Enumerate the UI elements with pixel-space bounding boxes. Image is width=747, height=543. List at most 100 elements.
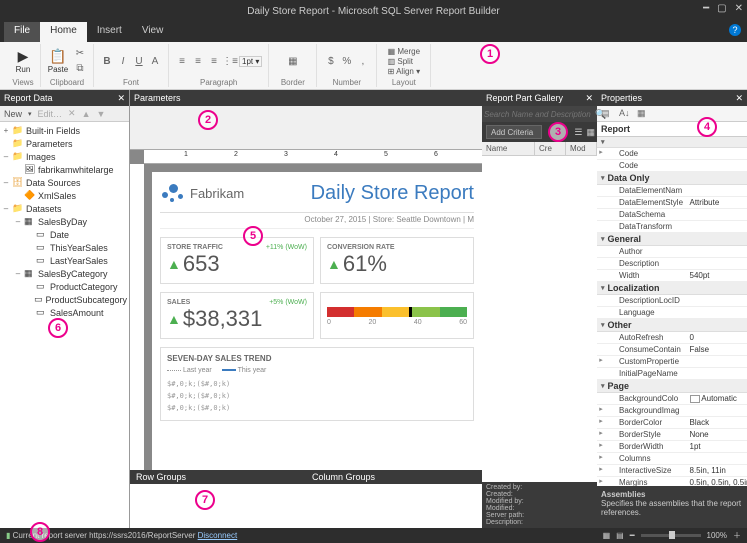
tree-node[interactable]: +📁Built-in Fields	[2, 124, 127, 137]
font-size-select[interactable]: 1pt ▾	[239, 56, 262, 67]
split-button[interactable]: ▥ Split	[388, 57, 413, 66]
card-traffic[interactable]: STORE TRAFFIC+11% (WoW) ▲653	[160, 237, 314, 284]
tree-node[interactable]: 🔶XmlSales	[2, 189, 127, 202]
delete-icon[interactable]: ✕	[68, 108, 76, 119]
zoom-out-icon[interactable]: ━	[630, 531, 635, 540]
property-row[interactable]: Language	[597, 307, 747, 319]
property-row[interactable]: AutoRefresh0	[597, 332, 747, 344]
report-body[interactable]: Fabrikam Daily Store Report October 27, …	[152, 172, 482, 470]
property-row[interactable]: ConsumeContainFalse	[597, 344, 747, 356]
tree-node[interactable]: ▭ProductSubcategory	[2, 293, 127, 306]
zoom-slider[interactable]	[641, 534, 701, 537]
minimize-icon[interactable]: ━	[703, 3, 709, 14]
property-row[interactable]: Width540pt	[597, 270, 747, 282]
property-row[interactable]: Author	[597, 246, 747, 258]
property-row[interactable]: BackgroundColo Automatic	[597, 393, 747, 405]
canvas[interactable]: Fabrikam Daily Store Report October 27, …	[144, 164, 482, 470]
property-row[interactable]: ▸BackgroundImag	[597, 405, 747, 417]
align-center-icon[interactable]: ≡	[191, 54, 205, 68]
cut-icon[interactable]: ✂	[73, 47, 87, 61]
property-row[interactable]: ▸BorderStyleNone	[597, 429, 747, 441]
close-icon[interactable]: ✕	[585, 93, 593, 104]
maximize-icon[interactable]: ▢	[717, 3, 726, 14]
property-row[interactable]: DescriptionLocID	[597, 295, 747, 307]
tree-node[interactable]: –🗄Data Sources	[2, 176, 127, 189]
move-up-icon[interactable]: ▲	[82, 109, 91, 119]
align-right-icon[interactable]: ≡	[207, 54, 221, 68]
tree-node[interactable]: ▭ProductCategory	[2, 280, 127, 293]
run-button[interactable]: ▶Run	[12, 50, 34, 72]
gallery-body[interactable]	[482, 156, 597, 482]
edit-button[interactable]: Edit…	[38, 109, 63, 119]
property-row[interactable]: ▸InteractiveSize8.5in, 11in	[597, 465, 747, 477]
underline-icon[interactable]: U	[132, 54, 146, 68]
property-row[interactable]: ▸CustomPropertie	[597, 356, 747, 368]
tree-node[interactable]: ▭ThisYearSales	[2, 241, 127, 254]
report-data-tree[interactable]: +📁Built-in Fields📁Parameters–📁Images🖼fab…	[0, 122, 129, 528]
search-icon[interactable]: 🔍	[595, 109, 606, 120]
tree-node[interactable]: ▭SalesAmount	[2, 306, 127, 319]
sort-az-icon[interactable]: A↓	[619, 108, 633, 120]
property-row[interactable]: DataTransform	[597, 221, 747, 233]
property-row[interactable]: InitialPageName	[597, 368, 747, 380]
add-criteria-button[interactable]: Add Criteria	[486, 125, 542, 139]
view-icon[interactable]: ▤	[616, 531, 624, 540]
row-groups-body[interactable]	[130, 484, 306, 528]
properties-list[interactable]: ▾ ▸CodeCode▾Data OnlyDataElementNamDataE…	[597, 137, 747, 486]
property-category[interactable]: ▾Page	[597, 380, 747, 393]
property-category[interactable]: ▾Data Only	[597, 172, 747, 185]
property-row[interactable]: DataElementNam	[597, 185, 747, 197]
property-row[interactable]: ▸BorderColorBlack	[597, 417, 747, 429]
property-row[interactable]: DataSchema	[597, 209, 747, 221]
tree-node[interactable]: –▦SalesByDay	[2, 215, 127, 228]
view-list-icon[interactable]: ☰	[574, 127, 582, 138]
zoom-in-icon[interactable]: ＋	[733, 530, 741, 541]
property-category[interactable]: ▾General	[597, 233, 747, 246]
tree-node[interactable]: 🖼fabrikamwhitelarge	[2, 163, 127, 176]
tree-node[interactable]: –📁Datasets	[2, 202, 127, 215]
bullets-icon[interactable]: ⋮≡	[223, 54, 237, 68]
tree-node[interactable]: ▭LastYearSales	[2, 254, 127, 267]
column-groups-body[interactable]	[306, 484, 482, 528]
property-row[interactable]: ▸BorderWidth1pt	[597, 441, 747, 453]
move-down-icon[interactable]: ▼	[97, 109, 106, 119]
property-row[interactable]: ▸Margins0.5in, 0.5in, 0.5in, 0.5in	[597, 477, 747, 486]
copy-icon[interactable]: ⧉	[73, 62, 87, 76]
tree-node[interactable]: 📁Parameters	[2, 137, 127, 150]
tree-node[interactable]: ▭Date	[2, 228, 127, 241]
parameters-body[interactable]	[130, 106, 482, 150]
percent-icon[interactable]: %	[340, 54, 354, 68]
currency-icon[interactable]: $	[324, 54, 338, 68]
close-icon[interactable]: ✕	[117, 93, 125, 104]
border-icon[interactable]: ▦	[286, 54, 300, 68]
close-icon[interactable]: ✕	[735, 93, 743, 104]
view-grid-icon[interactable]: ▦	[586, 127, 595, 138]
gallery-search-input[interactable]	[484, 110, 595, 119]
property-category[interactable]: ▾	[597, 137, 747, 148]
tab-file[interactable]: File	[4, 22, 40, 42]
view-icon[interactable]: ▦	[603, 531, 611, 540]
disconnect-link[interactable]: Disconnect	[198, 531, 238, 540]
card-conversion[interactable]: CONVERSION RATE ▲61%	[320, 237, 474, 284]
align-button[interactable]: ⊞ Align ▾	[388, 67, 421, 76]
bold-icon[interactable]: B	[100, 54, 114, 68]
close-icon[interactable]: ✕	[735, 3, 743, 14]
property-category[interactable]: ▾Localization	[597, 282, 747, 295]
trend-panel[interactable]: SEVEN-DAY SALES TREND Last year This yea…	[160, 347, 474, 421]
property-pages-icon[interactable]: ▦	[637, 108, 651, 120]
card-sales[interactable]: SALES+5% (WoW) ▲$38,331	[160, 292, 314, 339]
tree-node[interactable]: –📁Images	[2, 150, 127, 163]
italic-icon[interactable]: I	[116, 54, 130, 68]
property-row[interactable]: DataElementStyleAttribute	[597, 197, 747, 209]
help-icon[interactable]: ?	[729, 24, 741, 36]
property-row[interactable]: ▸Columns	[597, 453, 747, 465]
tab-home[interactable]: Home	[40, 22, 87, 42]
property-category[interactable]: ▾Other	[597, 319, 747, 332]
tab-view[interactable]: View	[132, 22, 174, 42]
property-row[interactable]: ▸Code	[597, 148, 747, 160]
tab-insert[interactable]: Insert	[87, 22, 132, 42]
align-left-icon[interactable]: ≡	[175, 54, 189, 68]
comma-icon[interactable]: ,	[356, 54, 370, 68]
tree-node[interactable]: –▦SalesByCategory	[2, 267, 127, 280]
merge-button[interactable]: ▦ Merge	[388, 47, 420, 56]
